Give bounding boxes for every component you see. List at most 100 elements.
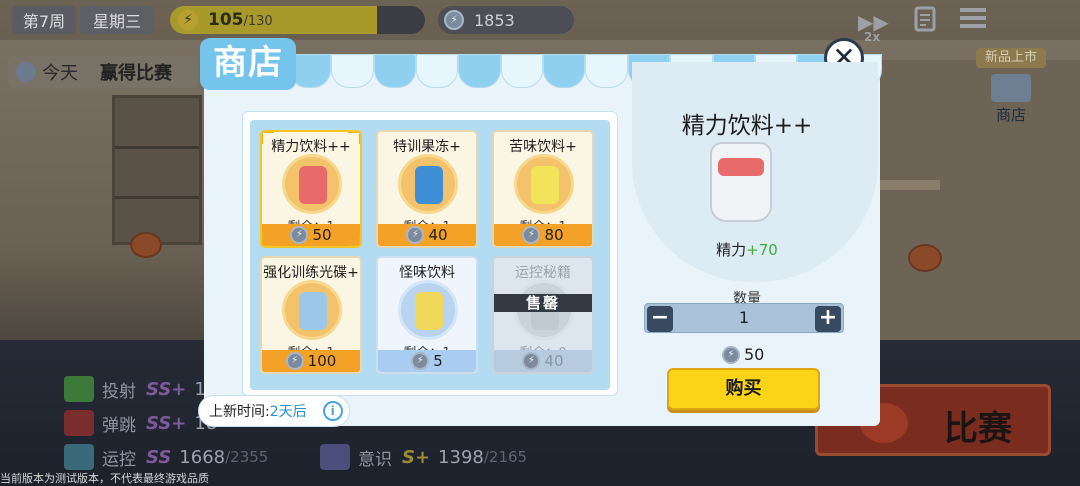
ball-control-icon — [64, 444, 94, 470]
item-name: 强化训练光碟+ — [263, 265, 359, 281]
shop-title: 商店 — [200, 38, 296, 90]
item-price-value: 40 — [428, 226, 448, 244]
item-grid[interactable]: 精力饮料++剩余：1⚡50特训果冻+剩余：1⚡40苦味饮料+剩余：1⚡80 强化训… — [250, 120, 610, 390]
quantity-decrease-button[interactable]: − — [647, 306, 673, 332]
stat-name: 意识 — [358, 449, 392, 470]
shop-icon — [991, 74, 1031, 102]
today-objective: 今天 赢得比赛 — [8, 56, 198, 88]
quantity-value: 1 — [738, 308, 750, 327]
stat-ball-control: 运控 SS 1668 /2355 — [64, 442, 268, 472]
awning-scallop — [373, 54, 416, 88]
shop-item-card[interactable]: 特训果冻+剩余：1⚡40 — [376, 130, 478, 248]
hamburger-menu-icon[interactable] — [958, 6, 988, 36]
stat-value: 1398 — [438, 446, 484, 468]
item-price-value: 50 — [312, 226, 332, 244]
item-detail-name: 精力饮料++ — [681, 113, 813, 139]
energy-bar: ⚡ 105 /130 — [170, 6, 425, 34]
effect-stat: 精力 — [716, 241, 747, 259]
item-price: ⚡ 40 — [378, 224, 476, 246]
coin-icon: ⚡ — [406, 226, 425, 244]
stat-name: 投射 — [102, 381, 136, 402]
item-name: 怪味饮料 — [399, 265, 455, 281]
item-image — [415, 166, 443, 204]
item-name: 苦味饮料+ — [509, 139, 577, 155]
new-arrivals-label: 商店 — [995, 106, 1026, 124]
item-price: ⚡ 50 — [262, 224, 360, 246]
today-label: 今天 — [42, 63, 78, 84]
buy-button[interactable]: 购买 — [667, 368, 820, 410]
item-image — [299, 292, 327, 330]
week-indicator: 第7周 — [12, 6, 76, 34]
awning-scallop — [415, 54, 459, 88]
stat-awareness: 意识 S+ 1398 /2165 — [320, 442, 527, 472]
awning-scallop — [543, 54, 586, 88]
jumping-icon — [64, 410, 94, 436]
coin-balance: ⚡ 1853 — [438, 6, 574, 34]
stat-max: /2355 — [225, 448, 269, 466]
room-table — [880, 180, 940, 190]
item-price: ⚡ 80 — [494, 224, 592, 246]
day-indicator: 星期三 — [80, 6, 154, 34]
stat-name: 运控 — [102, 449, 136, 470]
stat-grade: SS+ — [146, 378, 187, 400]
item-name: 精力饮料++ — [271, 139, 351, 155]
basketball-decoration — [130, 232, 162, 258]
selection-corner — [348, 234, 360, 246]
stat-value: 1668 — [179, 446, 226, 468]
new-arrivals-tag: 新品上市 — [976, 48, 1046, 68]
restock-time: 2天后 — [269, 404, 307, 420]
shop-item-card[interactable]: 运控秘籍剩余：0⚡40售罄 — [492, 256, 594, 374]
shop-item-card[interactable]: 怪味饮料剩余：1⚡5 — [376, 256, 478, 374]
selection-corner — [262, 234, 274, 246]
new-arrivals-shop-button[interactable]: 新品上市 商店 — [976, 48, 1046, 124]
sold-out-band: 售罄 — [494, 294, 592, 312]
item-image — [415, 292, 443, 330]
energy-drink-image — [710, 142, 772, 222]
item-price-value: 40 — [544, 352, 564, 370]
clipboard-icon[interactable] — [910, 6, 940, 36]
coin-icon: ⚡ — [411, 352, 430, 370]
stat-grade: SS+ — [146, 412, 187, 434]
shooting-icon — [64, 376, 94, 402]
item-detail-effect: 精力+70 — [632, 239, 862, 260]
item-price: ⚡ 5 — [378, 350, 476, 372]
effect-value: +70 — [746, 241, 778, 259]
coin-icon: ⚡ — [444, 10, 464, 30]
start-match-label: 比赛 — [944, 409, 1012, 449]
restock-label: 上新时间: — [209, 404, 270, 420]
info-icon[interactable]: i — [322, 401, 343, 421]
item-price-value: 80 — [544, 226, 564, 244]
stat-grade: SS — [146, 446, 172, 468]
coin-icon: ⚡ — [522, 226, 541, 244]
coin-icon: ⚡ — [290, 226, 309, 244]
item-price: ⚡ 100 — [262, 350, 360, 372]
room-shelf — [112, 95, 202, 245]
total-price-value: 50 — [744, 345, 765, 364]
shop-item-card[interactable]: 精力饮料++剩余：1⚡50 — [260, 130, 362, 248]
energy-value: 105 — [208, 10, 244, 30]
clock-icon — [16, 62, 36, 82]
test-version-notice: 当前版本为测试版本，不代表最终游戏品质 — [0, 472, 209, 485]
item-price-value: 5 — [433, 352, 443, 370]
total-price: ⚡ 50 — [722, 345, 764, 364]
quantity-increase-button[interactable]: + — [815, 306, 841, 332]
selection-corner — [262, 132, 274, 144]
item-price-value: 100 — [307, 352, 337, 370]
basketball-decoration — [908, 244, 942, 272]
stat-jumping: 弹跳 SS+ 18 — [64, 408, 217, 438]
speed-label: 2x — [864, 30, 881, 44]
item-image — [531, 166, 559, 204]
shop-item-card[interactable]: 苦味饮料+剩余：1⚡80 — [492, 130, 594, 248]
stat-grade: S+ — [402, 446, 431, 468]
energy-max: /130 — [243, 14, 273, 29]
stat-max: /2165 — [483, 448, 528, 466]
shop-item-card[interactable]: 强化训练光碟+剩余：1⚡100 — [260, 256, 362, 374]
double-forward-icon[interactable]: ▶▶ 2x — [858, 6, 889, 44]
coin-icon: ⚡ — [285, 352, 304, 370]
item-name: 运控秘籍 — [515, 265, 571, 281]
restock-timer: 上新时间: 2天后 i — [198, 395, 350, 427]
coin-icon: ⚡ — [722, 345, 740, 364]
lightning-icon: ⚡ — [178, 10, 198, 30]
awning-scallop — [500, 54, 543, 88]
graduation-cap-icon — [320, 444, 350, 470]
